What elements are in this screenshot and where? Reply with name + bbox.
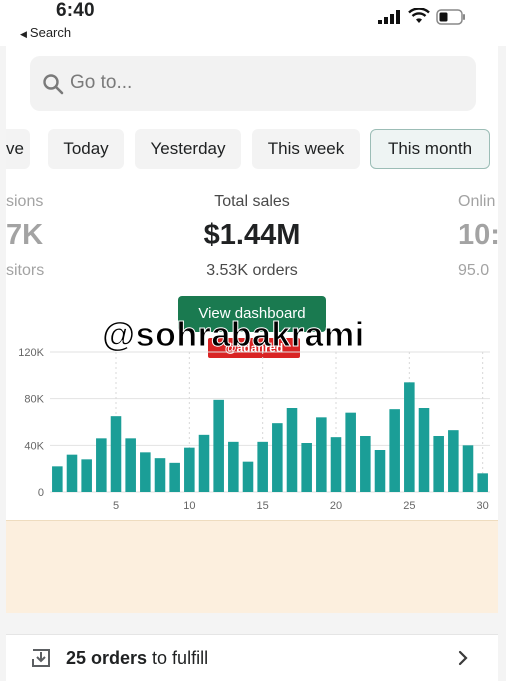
bar-day-26 <box>418 408 430 492</box>
date-range-tabs: ve Today Yesterday This week This month <box>6 129 498 171</box>
bar-day-15 <box>257 441 268 492</box>
bar-day-28 <box>448 430 459 492</box>
bar-day-29 <box>462 445 474 492</box>
orders-to-fulfill-text: 25 orders to fulfill <box>66 648 208 669</box>
y-tick-label: 120K <box>18 347 44 359</box>
bar-day-24 <box>389 409 400 492</box>
bar-day-21 <box>345 412 356 492</box>
x-tick-label: 15 <box>257 500 269 512</box>
wifi-icon <box>408 8 430 23</box>
bar-day-25 <box>404 382 415 492</box>
bar-day-9 <box>169 462 180 492</box>
search-input[interactable] <box>70 67 450 99</box>
bar-day-23 <box>374 450 386 492</box>
download-box-icon <box>32 649 50 667</box>
sales-bar-chart: 0 40K 80K 120K 5 10 15 20 25 30 <box>18 347 490 512</box>
bar-day-3 <box>81 459 92 492</box>
bar-day-27 <box>433 436 444 492</box>
dashboard-panel: ve Today Yesterday This week This month … <box>6 46 500 520</box>
x-tick-label: 30 <box>477 500 489 512</box>
back-label: Search <box>29 25 72 40</box>
tab-this-month[interactable]: This month <box>370 129 490 169</box>
online-store-value: 10: <box>458 219 500 251</box>
total-orders-sub: 3.53K orders <box>206 262 298 279</box>
bar-day-18 <box>301 443 312 492</box>
status-bar: 6:40 ◀ Search <box>0 0 506 46</box>
tab-live[interactable]: ve <box>6 129 30 169</box>
status-time: 6:40 <box>56 0 95 21</box>
orders-to-fulfill-row[interactable]: 25 orders to fulfill <box>6 634 498 681</box>
y-tick-label: 0 <box>38 487 44 499</box>
bar-day-11 <box>198 434 210 492</box>
bar-day-10 <box>184 447 195 492</box>
search-bar[interactable] <box>30 56 476 111</box>
tab-yesterday[interactable]: Yesterday <box>135 129 241 169</box>
bar-day-16 <box>272 423 283 492</box>
y-tick-label: 40K <box>24 440 44 452</box>
bar-day-12 <box>213 399 224 492</box>
bar-day-8 <box>154 458 166 492</box>
bar-day-19 <box>316 417 327 492</box>
watermark-text: @sohrabakrami <box>102 316 365 355</box>
fulfill-suffix: to fulfill <box>147 648 209 668</box>
back-triangle-icon: ◀ <box>20 29 27 39</box>
tab-today[interactable]: Today <box>48 129 124 169</box>
bar-day-17 <box>286 408 298 492</box>
x-tick-label: 25 <box>403 500 415 512</box>
bar-day-7 <box>140 452 151 492</box>
x-tick-label: 5 <box>113 500 119 512</box>
bar-day-22 <box>360 436 371 492</box>
total-sales-value: $1.44M <box>203 219 301 251</box>
total-sales-label: Total sales <box>214 193 290 210</box>
bar-day-30 <box>477 473 488 492</box>
x-tick-label: 10 <box>183 500 195 512</box>
fulfill-count: 25 orders <box>66 648 148 668</box>
x-tick-label: 20 <box>330 500 342 512</box>
bar-day-14 <box>242 461 254 492</box>
bar-day-2 <box>66 454 78 492</box>
bar-day-4 <box>96 438 107 492</box>
bar-day-5 <box>110 416 122 492</box>
cellular-signal-icon <box>378 10 400 24</box>
back-to-search-link[interactable]: ◀ Search <box>20 25 71 40</box>
online-store-label: Onlin <box>458 193 496 210</box>
battery-icon <box>436 9 465 25</box>
online-store-sub: 95.0 <box>458 262 490 279</box>
info-banner <box>6 520 498 613</box>
bar-day-20 <box>330 437 342 492</box>
search-icon <box>43 74 64 95</box>
tab-this-week[interactable]: This week <box>252 129 360 169</box>
y-tick-label: 80K <box>24 394 44 406</box>
bar-day-6 <box>125 438 136 492</box>
bar-day-1 <box>52 466 63 492</box>
bar-day-13 <box>228 441 239 492</box>
chevron-right-icon <box>458 650 468 666</box>
